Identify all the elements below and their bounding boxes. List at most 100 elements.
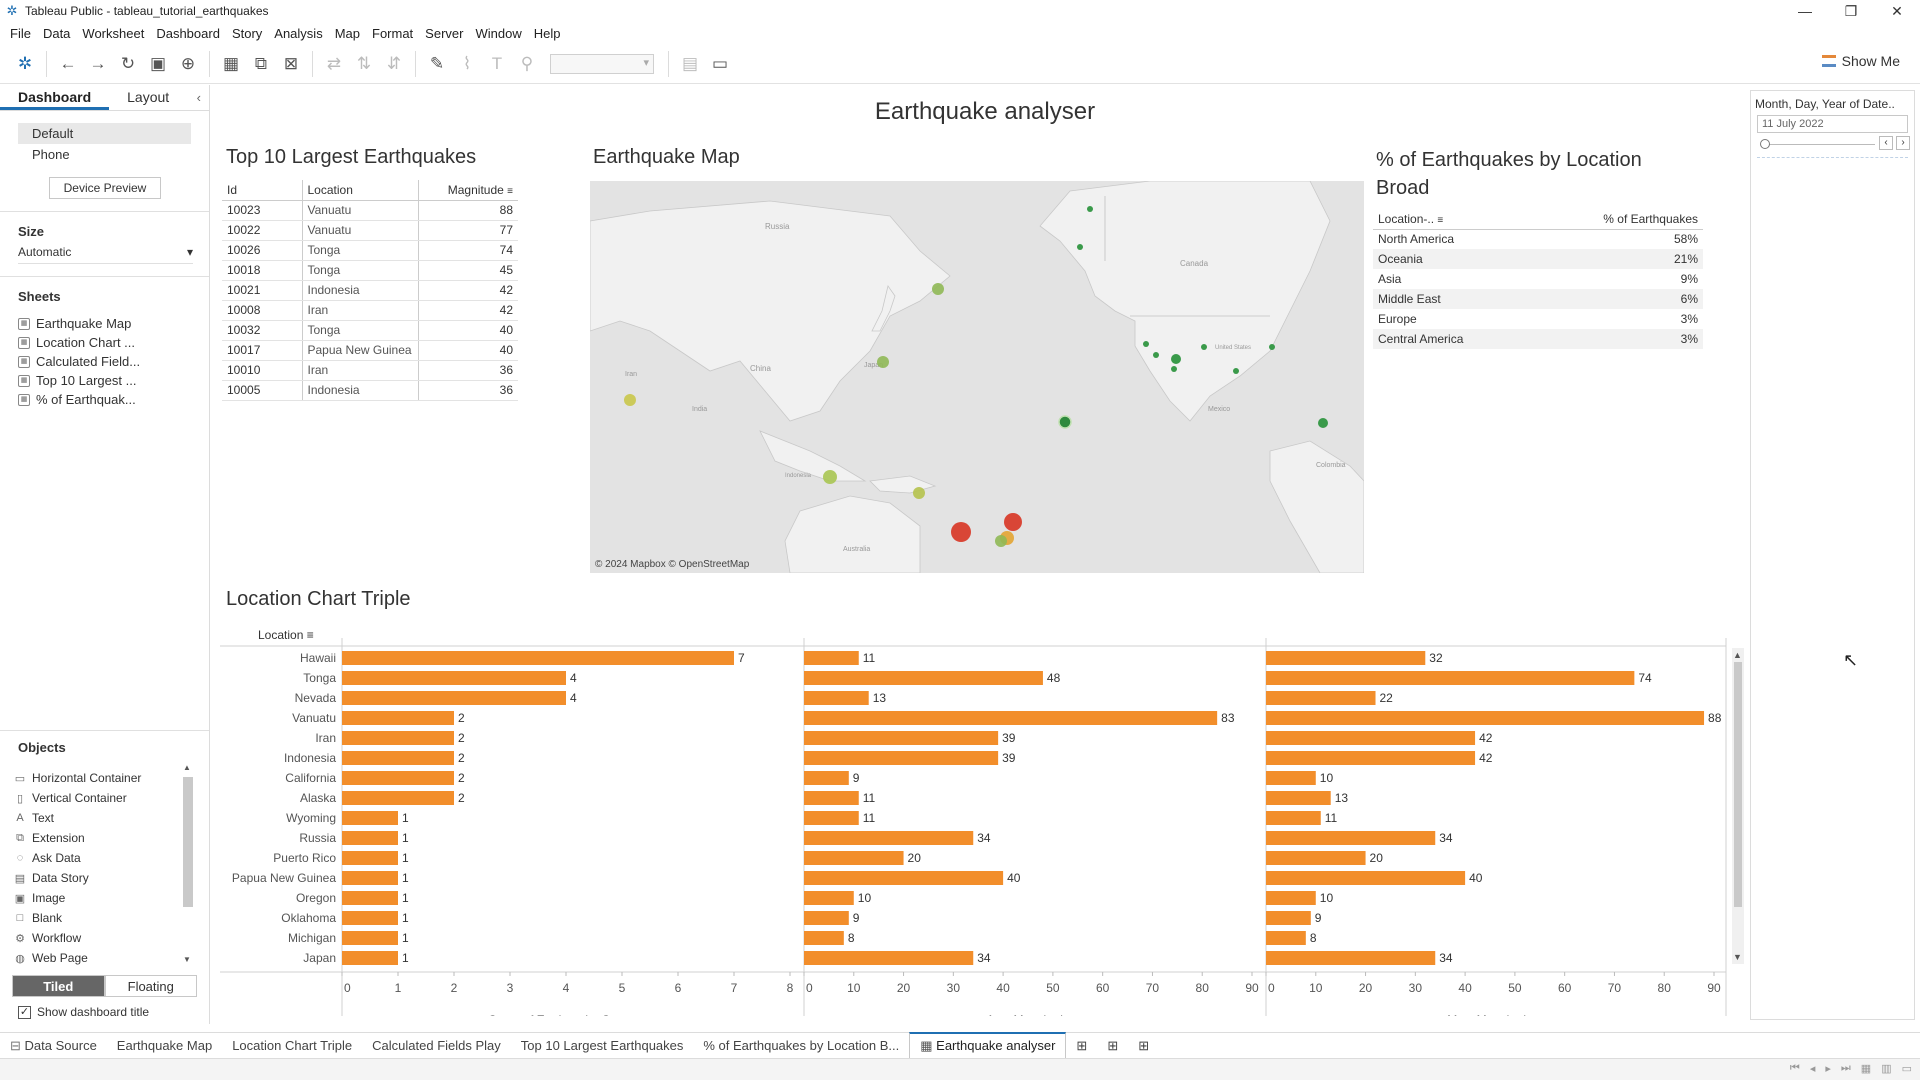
row-header-location[interactable]: Location ≡ xyxy=(258,628,314,642)
next-sheet-icon[interactable]: ▸ xyxy=(1825,1062,1831,1075)
menu-server[interactable]: Server xyxy=(419,26,469,41)
quake-point[interactable] xyxy=(1318,418,1328,428)
table-row[interactable]: 10008 Iran 42 xyxy=(222,300,518,321)
bar[interactable] xyxy=(1266,771,1316,785)
bar[interactable] xyxy=(342,811,398,825)
bar[interactable] xyxy=(804,951,974,965)
menu-window[interactable]: Window xyxy=(469,26,527,41)
quake-point[interactable] xyxy=(995,535,1007,547)
bar[interactable] xyxy=(804,811,859,825)
bar[interactable] xyxy=(1266,891,1316,905)
bar[interactable] xyxy=(804,751,999,765)
bar[interactable] xyxy=(342,731,454,745)
object-data-story[interactable]: ▤ Data Story xyxy=(0,868,180,888)
quake-point[interactable] xyxy=(877,356,889,368)
table-row[interactable]: Middle East 6% xyxy=(1373,289,1703,309)
bar[interactable] xyxy=(342,891,398,905)
quake-point[interactable] xyxy=(932,283,944,295)
device-default[interactable]: Default xyxy=(18,123,191,144)
show-cards-icon[interactable]: ▤ xyxy=(675,49,705,79)
map-attribution[interactable]: © 2024 Mapbox © OpenStreetMap xyxy=(595,559,750,570)
bar[interactable] xyxy=(1266,691,1376,705)
bar[interactable] xyxy=(804,671,1043,685)
quake-point[interactable] xyxy=(823,470,837,484)
next-date-icon[interactable]: › xyxy=(1896,136,1910,150)
bar[interactable] xyxy=(342,671,566,685)
menu-data[interactable]: Data xyxy=(37,26,76,41)
restore-button[interactable]: ❐ xyxy=(1828,0,1874,22)
new-worksheet-icon[interactable]: ▦ xyxy=(216,49,246,79)
table-row[interactable]: Oceania 21% xyxy=(1373,249,1703,269)
object-vertical-container[interactable]: ▯ Vertical Container xyxy=(0,788,180,808)
sheet-item[interactable]: ▦ Top 10 Largest ... xyxy=(0,371,209,390)
axis-title[interactable]: Avg. Magnitude xyxy=(986,1013,1069,1016)
sort-ascending-icon[interactable]: ⇅ xyxy=(349,49,379,79)
bar[interactable] xyxy=(804,851,904,865)
bar[interactable] xyxy=(1266,931,1306,945)
tab-sheet[interactable]: Earthquake Map xyxy=(107,1034,222,1057)
menu-file[interactable]: File xyxy=(4,26,37,41)
checkbox-checked-icon[interactable]: ✓ xyxy=(18,1005,31,1019)
scroll-up-icon[interactable]: ▲ xyxy=(183,763,191,772)
menu-map[interactable]: Map xyxy=(329,26,366,41)
bar[interactable] xyxy=(342,691,566,705)
tab-layout[interactable]: Layout xyxy=(109,85,187,110)
menu-analysis[interactable]: Analysis xyxy=(268,26,328,41)
bar[interactable] xyxy=(804,871,1004,885)
quake-point[interactable] xyxy=(1077,244,1083,250)
table-row[interactable]: Europe 3% xyxy=(1373,309,1703,329)
bar[interactable] xyxy=(1266,831,1436,845)
swap-icon[interactable]: ⇄ xyxy=(319,49,349,79)
minimize-button[interactable]: — xyxy=(1782,0,1828,22)
sheet-item[interactable]: ▦ Location Chart ... xyxy=(0,333,209,352)
bar[interactable] xyxy=(342,831,398,845)
column-header-location[interactable]: Location xyxy=(301,180,418,201)
bar[interactable] xyxy=(804,691,869,705)
table-row[interactable]: Asia 9% xyxy=(1373,269,1703,289)
pin-icon[interactable]: ⚲ xyxy=(512,49,542,79)
table-row[interactable]: 10023 Vanuatu 88 xyxy=(222,200,518,221)
redo-icon[interactable]: → xyxy=(83,49,113,79)
bar[interactable] xyxy=(342,871,398,885)
sheet-item[interactable]: ▦ % of Earthquak... xyxy=(0,390,209,409)
bar[interactable] xyxy=(804,931,844,945)
quake-point[interactable] xyxy=(913,487,925,499)
close-button[interactable]: ✕ xyxy=(1874,0,1920,22)
bar[interactable] xyxy=(342,851,398,865)
table-row[interactable]: 10018 Tonga 45 xyxy=(222,260,518,281)
bar[interactable] xyxy=(804,891,854,905)
object-blank[interactable]: □ Blank xyxy=(0,908,180,928)
tabs-icon[interactable]: ▭ xyxy=(1902,1062,1912,1075)
prev-sheet-icon[interactable]: ◂ xyxy=(1810,1062,1816,1075)
scroll-down-icon[interactable]: ▼ xyxy=(1733,952,1742,962)
object-text[interactable]: A Text xyxy=(0,808,180,828)
collapse-panel-icon[interactable]: ‹ xyxy=(197,90,201,105)
bar[interactable] xyxy=(1266,751,1476,765)
bar[interactable] xyxy=(342,911,398,925)
bar[interactable] xyxy=(1266,791,1331,805)
tab-sheet[interactable]: % of Earthquakes by Location B... xyxy=(693,1034,909,1057)
bar[interactable] xyxy=(1266,811,1321,825)
bar[interactable] xyxy=(342,951,398,965)
table-row[interactable]: 10017 Papua New Guinea 40 xyxy=(222,340,518,361)
new-worksheet-tab-icon[interactable]: ⊞ xyxy=(1066,1034,1097,1058)
table-row[interactable]: 10005 Indonesia 36 xyxy=(222,380,518,401)
labels-icon[interactable]: T xyxy=(482,49,512,79)
bar[interactable] xyxy=(342,651,734,665)
fit-dropdown[interactable] xyxy=(550,53,654,74)
sheet-item[interactable]: ▦ Earthquake Map xyxy=(0,314,209,333)
sheet-item[interactable]: ▦ Calculated Field... xyxy=(0,352,209,371)
axis-title[interactable]: Max. Magnitude xyxy=(1447,1013,1533,1016)
object-horizontal-container[interactable]: ▭ Horizontal Container xyxy=(0,768,180,788)
table-row[interactable]: 10032 Tonga 40 xyxy=(222,320,518,341)
scroll-down-icon[interactable]: ▼ xyxy=(183,955,191,964)
presentation-mode-icon[interactable]: ▭ xyxy=(705,49,735,79)
object-web-page[interactable]: ◍ Web Page xyxy=(0,948,180,968)
tableau-home-icon[interactable]: ✲ xyxy=(10,49,40,79)
sheet-sorter-icon[interactable]: ▦ xyxy=(1861,1062,1871,1075)
menu-story[interactable]: Story xyxy=(226,26,268,41)
bar[interactable] xyxy=(342,771,454,785)
column-header-id[interactable]: Id xyxy=(222,180,302,201)
location-chart[interactable]: Location ≡ Hawaii Tonga Nevada Vanuatu Iran In… xyxy=(220,620,1760,1016)
object-image[interactable]: ▣ Image xyxy=(0,888,180,908)
